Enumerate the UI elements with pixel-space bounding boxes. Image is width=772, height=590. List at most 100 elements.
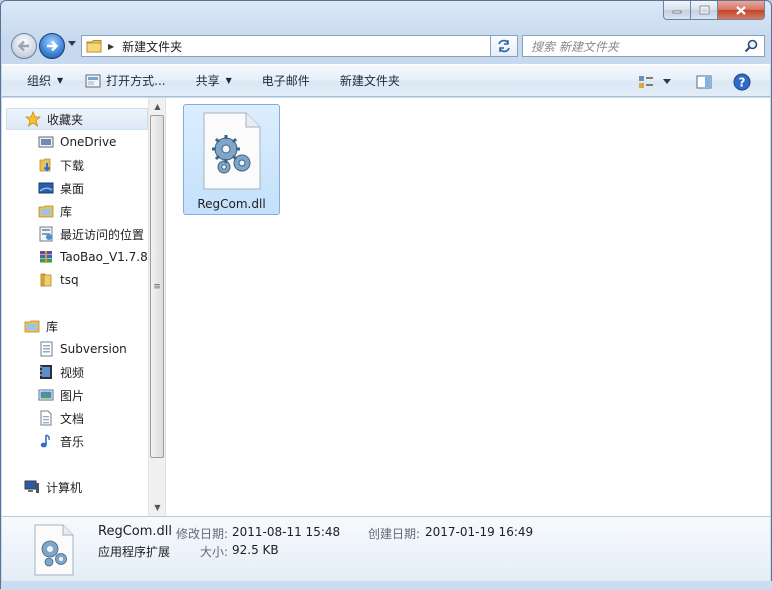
change-view-button[interactable] (634, 71, 658, 93)
nav-item-subversion[interactable]: Subversion (38, 338, 127, 360)
chevron-down-icon: ▼ (225, 76, 232, 85)
recent-places-icon (38, 226, 54, 242)
nav-item-videos[interactable]: 视频 (38, 361, 84, 383)
open-with-icon (85, 74, 101, 88)
scroll-up-icon[interactable]: ▲ (149, 98, 166, 115)
nav-label: Subversion (60, 342, 127, 356)
minimize-icon (672, 10, 682, 14)
breadcrumb-current[interactable]: 新建文件夹 (122, 38, 182, 55)
forward-arrow-icon (47, 40, 59, 52)
open-with-button[interactable]: 打开方式... (76, 69, 174, 93)
details-created-value: 2017-01-19 16:49 (425, 525, 534, 539)
details-file-type: 应用程序扩展 (98, 545, 171, 559)
chevron-down-icon: ▼ (57, 76, 64, 85)
close-icon (736, 5, 746, 15)
nav-item-documents[interactable]: 文档 (38, 407, 84, 429)
nav-item-tsq[interactable]: tsq (38, 269, 79, 291)
help-button[interactable]: ? (730, 71, 754, 93)
document-library-icon (38, 341, 54, 357)
organize-button[interactable]: 组织 ▼ (18, 69, 72, 93)
scrollbar-thumb[interactable]: ≡ (150, 115, 164, 458)
recent-pages-dropdown-icon[interactable] (68, 41, 77, 47)
nav-label: 图片 (60, 388, 85, 403)
details-size-label: 大小: (200, 545, 229, 559)
navigation-pane: 收藏夹 OneDrive 下载 桌面 库 最近访问的位置 TaoBao_V1.7… (2, 98, 166, 516)
toolbar-right-group: ? (634, 65, 770, 98)
content-area: 收藏夹 OneDrive 下载 桌面 库 最近访问的位置 TaoBao_V1.7… (2, 98, 770, 516)
nav-item-onedrive[interactable]: OneDrive (38, 131, 116, 153)
details-modified-value: 2011-08-11 15:48 (232, 525, 341, 539)
navigation-scrollbar[interactable]: ▲ ≡ ▼ (148, 98, 165, 516)
breadcrumb-separator-icon[interactable]: ▶ (108, 42, 114, 51)
nav-item-downloads[interactable]: 下载 (38, 154, 84, 176)
pictures-icon (38, 387, 54, 403)
nav-item-desktop[interactable]: 桌面 (38, 177, 84, 199)
dll-gear-file-icon (34, 524, 74, 576)
organize-label: 组织 (27, 74, 52, 88)
search-icon[interactable] (744, 39, 758, 53)
nav-label: 计算机 (46, 480, 83, 495)
forward-button[interactable] (39, 33, 65, 59)
email-label: 电子邮件 (261, 74, 310, 88)
search-placeholder[interactable]: 搜索 新建文件夹 (531, 38, 619, 55)
nav-libraries[interactable]: 库 (6, 315, 148, 337)
back-button[interactable] (11, 33, 37, 59)
back-arrow-icon (17, 40, 29, 52)
maximize-icon (699, 5, 709, 15)
address-bar[interactable]: ▶ 新建文件夹 (81, 35, 516, 57)
refresh-icon (498, 39, 510, 53)
nav-item-library-fav[interactable]: 库 (38, 200, 72, 222)
close-button[interactable] (718, 1, 765, 20)
file-list-pane[interactable]: RegCom.dll (167, 98, 770, 516)
navigation-bar: ▶ 新建文件夹 搜索 新建文件夹 (9, 31, 765, 61)
new-folder-label: 新建文件夹 (339, 74, 400, 88)
share-button[interactable]: 共享 ▼ (187, 69, 241, 93)
nav-label: 视频 (60, 365, 85, 380)
file-item[interactable]: RegCom.dll (183, 104, 280, 215)
nav-item-pictures[interactable]: 图片 (38, 384, 84, 406)
computer-icon (24, 479, 40, 495)
open-with-label: 打开方式... (106, 74, 166, 88)
nav-computer[interactable]: 计算机 (6, 476, 148, 498)
nav-label: OneDrive (60, 135, 117, 149)
onedrive-icon (38, 134, 54, 150)
scroll-down-icon[interactable]: ▼ (149, 499, 166, 516)
video-icon (38, 364, 54, 380)
preview-pane-button[interactable] (692, 71, 716, 93)
file-name: RegCom.dll (197, 197, 266, 211)
new-folder-button[interactable]: 新建文件夹 (331, 69, 409, 93)
details-modified-label: 修改日期: (176, 527, 229, 541)
nav-item-recent-places[interactable]: 最近访问的位置 (38, 223, 144, 245)
library-folder-icon (24, 318, 40, 334)
nav-label: 桌面 (60, 181, 85, 196)
minimize-button[interactable] (663, 1, 691, 20)
nav-label: 音乐 (60, 434, 85, 449)
search-box[interactable]: 搜索 新建文件夹 (522, 35, 765, 57)
downloads-folder-icon (38, 157, 54, 173)
maximize-button[interactable] (691, 1, 718, 20)
view-grid-icon (639, 75, 653, 88)
nav-item-music[interactable]: 音乐 (38, 430, 84, 452)
view-dropdown-button[interactable] (660, 71, 674, 93)
folder-icon (38, 272, 54, 288)
nav-item-taobao[interactable]: TaoBao_V1.7.8. (38, 246, 152, 268)
nav-label: tsq (60, 273, 79, 287)
music-icon (38, 433, 54, 449)
command-bar: 组织 ▼ 打开方式... 共享 ▼ 电子邮件 新建文件夹 ? (2, 64, 770, 97)
svg-text:?: ? (739, 75, 746, 89)
help-icon: ? (733, 73, 751, 90)
nav-label: 收藏夹 (47, 112, 84, 127)
explorer-window: ▶ 新建文件夹 搜索 新建文件夹 组织 ▼ 打开方式... 共享 ▼ 电子邮件 … (0, 0, 772, 590)
details-pane: RegCom.dll 应用程序扩展 修改日期: 2011-08-11 15:48… (2, 516, 770, 581)
nav-favorites[interactable]: 收藏夹 (6, 108, 148, 130)
caption-buttons (663, 1, 765, 20)
desktop-icon (38, 180, 54, 196)
details-created-label: 创建日期: (368, 527, 421, 541)
refresh-button[interactable] (490, 35, 518, 57)
star-icon (25, 111, 41, 127)
details-size-value: 92.5 KB (232, 543, 279, 557)
preview-pane-icon (696, 75, 712, 88)
nav-label: 下载 (60, 158, 85, 173)
chevron-down-icon (662, 78, 671, 84)
email-button[interactable]: 电子邮件 (253, 69, 319, 93)
